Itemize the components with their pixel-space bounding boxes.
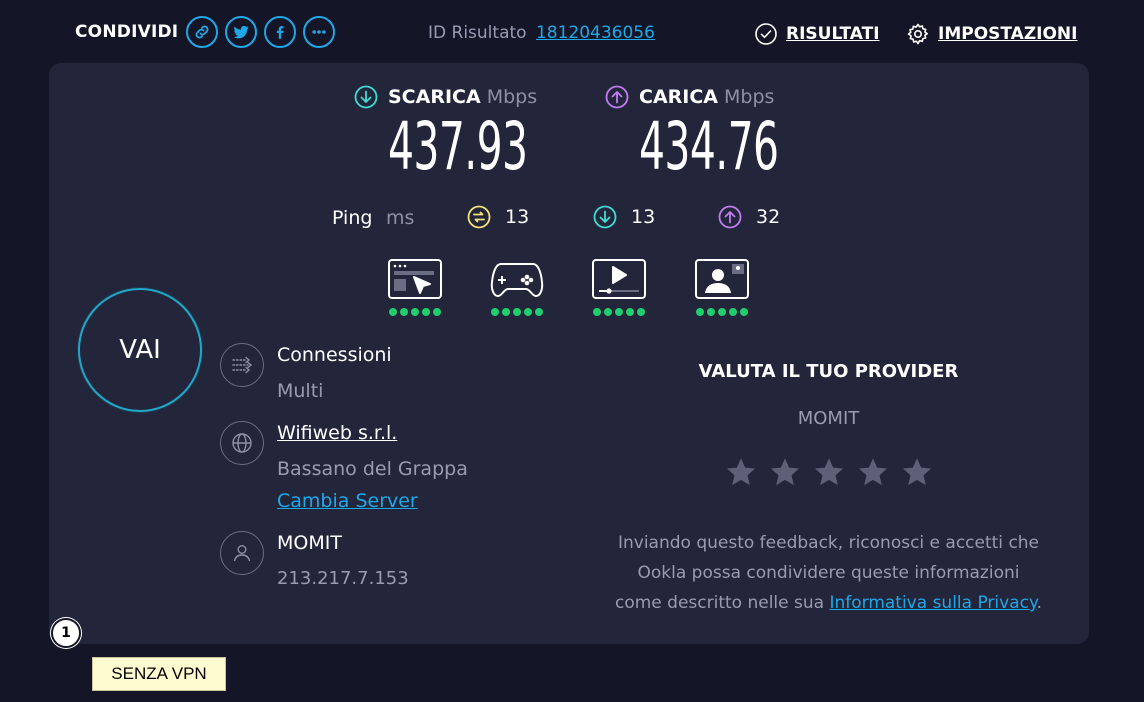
gaming-icon (490, 263, 544, 297)
star-icon[interactable] (813, 456, 845, 488)
connections-value: Multi (277, 380, 324, 402)
ping-idle-value: 13 (505, 206, 530, 228)
upload-arrow-icon (605, 85, 629, 109)
results-button[interactable]: RISULTATI (754, 22, 880, 46)
upload-label: CARICA (639, 86, 718, 108)
facebook-icon (276, 26, 284, 39)
ping-download-value: 13 (631, 206, 656, 228)
download-arrow-icon (593, 205, 617, 229)
gear-icon (907, 23, 928, 45)
check-circle-icon (755, 23, 777, 45)
more-icon (312, 30, 326, 34)
video-chat-icon (695, 259, 749, 299)
privacy-policy-link[interactable]: Informativa sulla Privacy (829, 593, 1036, 613)
result-id-label: ID Risultato (428, 23, 527, 43)
change-server-link[interactable]: Cambia Server (277, 490, 418, 512)
web-browsing-icon (388, 259, 442, 299)
annotation-badge: 1 (51, 618, 81, 648)
result-id-link[interactable]: 18120436056 (536, 23, 655, 43)
disclaimer-line-1: Inviando questo feedback, riconosci e ac… (617, 533, 1040, 553)
quality-gaming[interactable] (489, 258, 545, 316)
result-id: ID Risultato 18120436056 (428, 23, 655, 43)
share-link-button[interactable] (186, 16, 218, 48)
user-icon (233, 544, 251, 562)
quality-web-browsing[interactable] (387, 258, 443, 316)
link-icon (195, 25, 209, 39)
disclaimer-line-3: come descritto nelle sua Informativa sul… (590, 588, 1067, 618)
settings-button[interactable]: IMPOSTAZIONI (906, 22, 1078, 46)
results-label: RISULTATI (786, 24, 880, 44)
provider-icon-wrap (220, 531, 264, 575)
ping-download: 13 (593, 205, 655, 229)
server-location: Bassano del Grappa (277, 458, 468, 480)
globe-icon (232, 433, 252, 453)
ping-label: Ping (332, 207, 373, 229)
quality-video-streaming[interactable] (591, 258, 647, 316)
share-label: CONDIVIDI (75, 22, 179, 42)
provider-name: MOMIT (277, 532, 342, 554)
twitter-icon (233, 25, 249, 39)
ping-idle-icon (467, 205, 491, 229)
connections-icon (232, 356, 253, 374)
download-unit: Mbps (486, 86, 538, 108)
settings-label: IMPOSTAZIONI (938, 24, 1078, 44)
server-name-link[interactable]: Wifiweb s.r.l. (277, 422, 397, 444)
upload-header: CARICA Mbps (605, 85, 774, 109)
video-chat-rating (696, 308, 748, 316)
share-facebook-button[interactable] (264, 16, 296, 48)
gaming-rating (491, 308, 543, 316)
download-label: SCARICA (388, 86, 481, 108)
star-rating (600, 456, 1057, 488)
disclaimer-line-3-text: come descritto nelle sua (614, 593, 830, 613)
disclaimer-period: . (1036, 593, 1042, 613)
star-icon[interactable] (857, 456, 889, 488)
server-icon-wrap (220, 421, 264, 465)
video-streaming-icon (592, 259, 646, 299)
ping-idle: 13 (467, 205, 529, 229)
annotation-tooltip: SENZA VPN (92, 657, 226, 691)
star-icon[interactable] (725, 456, 757, 488)
go-button[interactable]: VAI (78, 288, 202, 412)
provider-ip: 213.217.7.153 (277, 568, 409, 589)
rate-provider-name: MOMIT (797, 408, 860, 429)
ping-upload: 32 (718, 205, 780, 229)
star-icon[interactable] (769, 456, 801, 488)
download-header: SCARICA Mbps (354, 85, 537, 109)
upload-arrow-icon (718, 205, 742, 229)
feedback-disclaimer: Inviando questo feedback, riconosci e ac… (590, 528, 1067, 618)
video-streaming-rating (593, 308, 645, 316)
share-more-button[interactable] (303, 16, 335, 48)
quality-video-chat[interactable] (694, 258, 750, 316)
upload-unit: Mbps (724, 86, 775, 108)
connections-title: Connessioni (277, 344, 392, 366)
download-arrow-icon (354, 85, 378, 109)
ping-unit: ms (386, 207, 415, 229)
disclaimer-line-2: Ookla possa condividere queste informazi… (637, 563, 1020, 583)
star-icon[interactable] (901, 456, 933, 488)
upload-speed-value: 434.76 (639, 108, 779, 185)
download-speed-value: 437.93 (388, 108, 528, 185)
share-twitter-button[interactable] (225, 16, 257, 48)
ping-upload-value: 32 (756, 206, 781, 228)
web-browsing-rating (389, 308, 441, 316)
connections-icon-wrap (220, 343, 264, 387)
rate-provider-title: VALUTA IL TUO PROVIDER (698, 361, 959, 382)
